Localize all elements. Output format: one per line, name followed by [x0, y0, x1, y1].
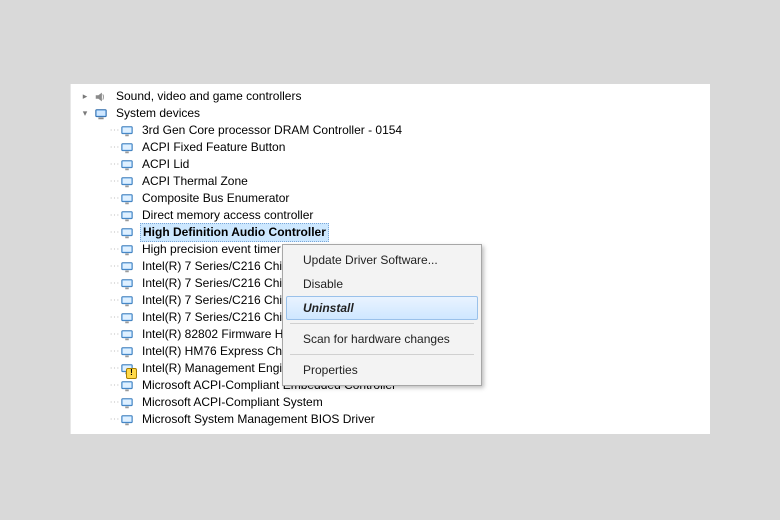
tree-connector: ⋯ [109, 360, 119, 377]
menu-item[interactable]: Update Driver Software... [286, 248, 478, 272]
tree-item-label: Direct memory access controller [139, 207, 316, 224]
tree-item-label: Microsoft ACPI-Compliant System [139, 394, 326, 411]
context-menu[interactable]: Update Driver Software...DisableUninstal… [282, 244, 482, 386]
tree-connector: ⋯ [109, 156, 119, 173]
menu-item[interactable]: Properties [286, 358, 478, 382]
device-icon [119, 123, 135, 139]
menu-item[interactable]: Uninstall [286, 296, 478, 320]
computer-icon [93, 106, 109, 122]
device-icon [119, 259, 135, 275]
tree-item[interactable]: ⋯ Direct memory access controller [71, 207, 710, 224]
tree-connector: ⋯ [109, 139, 119, 156]
tree-connector: ⋯ [109, 224, 119, 241]
menu-separator [290, 323, 474, 324]
tree-item-label: High Definition Audio Controller [140, 223, 329, 242]
device-icon [119, 361, 135, 377]
device-icon [119, 191, 135, 207]
tree-item-label: ACPI Fixed Feature Button [139, 139, 288, 156]
tree-item[interactable]: ⋯ 3rd Gen Core processor DRAM Controller … [71, 122, 710, 139]
tree-item-label: Sound, video and game controllers [113, 88, 304, 105]
tree-connector: ⋯ [109, 309, 119, 326]
tree-item[interactable]: ⋯ Microsoft ACPI-Compliant System [71, 394, 710, 411]
device-icon [119, 157, 135, 173]
device-icon [119, 412, 135, 428]
device-icon [119, 327, 135, 343]
tree-item[interactable]: ⋯ High Definition Audio Controller [71, 224, 710, 241]
expander-icon[interactable]: ▸ [79, 91, 91, 103]
device-icon [119, 310, 135, 326]
device-icon [119, 242, 135, 258]
device-icon [119, 225, 135, 241]
tree-item-label: System devices [113, 105, 203, 122]
tree-item-label: Microsoft System Management BIOS Driver [139, 411, 378, 428]
tree-item[interactable]: ⋯ ACPI Fixed Feature Button [71, 139, 710, 156]
tree-item-label: ACPI Thermal Zone [139, 173, 251, 190]
tree-item-label: 3rd Gen Core processor DRAM Controller -… [139, 122, 405, 139]
device-icon [119, 140, 135, 156]
tree-connector: ⋯ [109, 394, 119, 411]
tree-item-label: High precision event timer [139, 241, 284, 258]
tree-item[interactable]: ⋯ Composite Bus Enumerator [71, 190, 710, 207]
tree-connector: ⋯ [109, 275, 119, 292]
tree-connector: ⋯ [109, 377, 119, 394]
tree-item[interactable]: ⋯ ACPI Lid [71, 156, 710, 173]
device-icon [119, 174, 135, 190]
tree-connector: ⋯ [109, 241, 119, 258]
device-icon [119, 276, 135, 292]
tree-connector: ⋯ [109, 190, 119, 207]
tree-item[interactable]: ⋯ ACPI Thermal Zone [71, 173, 710, 190]
tree-connector: ⋯ [109, 207, 119, 224]
tree-connector: ⋯ [109, 122, 119, 139]
tree-connector: ⋯ [109, 173, 119, 190]
menu-separator [290, 354, 474, 355]
device-icon [119, 208, 135, 224]
device-icon [119, 344, 135, 360]
device-icon [119, 395, 135, 411]
menu-item[interactable]: Scan for hardware changes [286, 327, 478, 351]
tree-connector: ⋯ [109, 258, 119, 275]
tree-category[interactable]: ▾ System devices [71, 105, 710, 122]
tree-category[interactable]: ▸ Sound, video and game controllers [71, 88, 710, 105]
tree-connector: ⋯ [109, 326, 119, 343]
speaker-icon [93, 89, 109, 105]
tree-connector: ⋯ [109, 343, 119, 360]
tree-item-label: ACPI Lid [139, 156, 192, 173]
tree-connector: ⋯ [109, 411, 119, 428]
tree-item-label: Composite Bus Enumerator [139, 190, 292, 207]
tree-item[interactable]: ⋯ Microsoft System Management BIOS Driver [71, 411, 710, 428]
tree-connector: ⋯ [109, 292, 119, 309]
expander-icon[interactable]: ▾ [79, 108, 91, 120]
menu-item[interactable]: Disable [286, 272, 478, 296]
device-icon [119, 293, 135, 309]
device-icon [119, 378, 135, 394]
